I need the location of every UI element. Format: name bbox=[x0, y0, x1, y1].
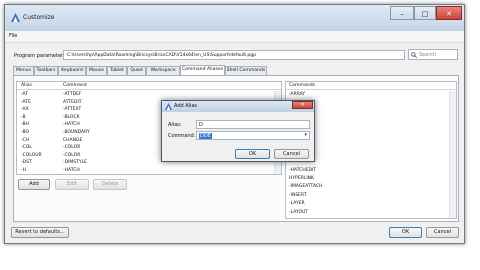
title-bar: Customize – □ ✕ bbox=[5, 5, 464, 31]
ok-button[interactable]: OK bbox=[389, 227, 422, 238]
tab-workspace[interactable]: Workspace bbox=[146, 66, 180, 75]
edit-button[interactable]: Edit bbox=[55, 179, 89, 190]
add-alias-dialog: Add Alias ✕ Alias: D Command: DDE ▾ OK C… bbox=[161, 100, 315, 162]
alias-cell: -H bbox=[21, 168, 27, 173]
window-title: Customize bbox=[23, 14, 55, 21]
app-icon bbox=[11, 13, 20, 22]
program-parameter-field[interactable]: C:\Users\hp\AppData\Roaming\Bricsys\Bric… bbox=[63, 50, 405, 60]
command-combo-value: DDE bbox=[199, 133, 212, 139]
alias-cell: -DST bbox=[21, 160, 32, 166]
list-item[interactable]: -HATCHEDIT bbox=[289, 167, 447, 175]
commands-header: Commands bbox=[286, 82, 456, 90]
tab-menus[interactable]: Menus bbox=[13, 66, 34, 75]
command-cell: -HATCH bbox=[63, 168, 80, 173]
tab-command-aliases[interactable]: Command Aliases bbox=[180, 65, 225, 75]
commands-scrollbar[interactable] bbox=[449, 91, 456, 218]
command-cell: -COLOR bbox=[63, 152, 81, 158]
alias-cell: -BH bbox=[21, 122, 29, 128]
close-button[interactable]: ✕ bbox=[436, 6, 462, 20]
alias-cell: -AT bbox=[21, 92, 29, 97]
dialog-title-bar: Add Alias ✕ bbox=[162, 101, 314, 112]
alias-input[interactable]: D bbox=[196, 120, 310, 129]
command-cell: -HATCH bbox=[63, 122, 80, 128]
command-cell: -BLOCK bbox=[63, 114, 80, 120]
tab-toolbars[interactable]: Toolbars bbox=[34, 66, 58, 75]
command-cell: -DIMSTYLE bbox=[63, 160, 88, 166]
alias-label: Alias: bbox=[168, 122, 182, 128]
chevron-down-icon[interactable]: ▾ bbox=[304, 132, 307, 138]
tab-tablet[interactable]: Tablet bbox=[107, 66, 127, 75]
list-item[interactable]: -INSERT bbox=[289, 192, 447, 200]
search-icon bbox=[411, 52, 417, 58]
tab-quad[interactable]: Quad bbox=[127, 66, 146, 75]
column-command[interactable]: Command bbox=[63, 82, 87, 90]
add-button[interactable]: Add bbox=[18, 179, 50, 190]
dialog-cancel-button[interactable]: Cancel bbox=[274, 149, 309, 159]
revert-to-defaults-button[interactable]: Revert to defaults... bbox=[11, 227, 69, 238]
command-combo[interactable]: DDE ▾ bbox=[196, 131, 310, 140]
alias-cell: -CH bbox=[21, 137, 30, 143]
command-cell: -BOUNDARY bbox=[63, 130, 90, 135]
alias-cell: -COLOUR bbox=[21, 152, 42, 158]
alias-cell: -B bbox=[21, 114, 26, 120]
maximize-button[interactable]: □ bbox=[414, 6, 436, 20]
list-item[interactable]: -IMAGEATTACH bbox=[289, 183, 447, 191]
list-item[interactable]: HYPERLINK bbox=[289, 175, 447, 183]
alias-cell: -COL bbox=[21, 145, 32, 151]
command-cell: CHANGE bbox=[63, 137, 83, 143]
app-icon bbox=[165, 103, 172, 110]
command-label: Command: bbox=[168, 133, 196, 139]
menu-file[interactable]: File bbox=[9, 33, 17, 39]
alias-cell: -BO bbox=[21, 130, 30, 135]
list-item[interactable]: -ARRAY bbox=[289, 91, 447, 99]
table-row[interactable]: -H -HATCH bbox=[17, 167, 273, 174]
dialog-close-button[interactable]: ✕ bbox=[292, 101, 313, 109]
tab-shell-commands[interactable]: Shell Commands bbox=[225, 66, 267, 75]
dialog-ok-button[interactable]: OK bbox=[235, 149, 270, 159]
minimize-button[interactable]: – bbox=[390, 6, 414, 20]
tab-mouse[interactable]: Mouse bbox=[86, 66, 107, 75]
column-alias[interactable]: Alias bbox=[21, 82, 32, 90]
delete-button[interactable]: Delete bbox=[93, 179, 127, 190]
dialog-title: Add Alias bbox=[174, 103, 198, 109]
alias-cell: -ATE bbox=[21, 99, 31, 105]
list-item[interactable]: -LAYER bbox=[289, 200, 447, 208]
menu-bar: File bbox=[5, 31, 464, 43]
cancel-button[interactable]: Cancel bbox=[426, 227, 459, 238]
command-cell: -ATTDEF bbox=[63, 92, 82, 97]
commands-header-label: Commands bbox=[289, 83, 316, 88]
command-cell: -ATTEXT bbox=[63, 107, 82, 113]
command-cell: ATTEDIT bbox=[63, 99, 82, 105]
alias-cell: -AX bbox=[21, 107, 29, 113]
command-cell: -COLOR bbox=[63, 145, 81, 151]
list-item[interactable]: -LAYOUT bbox=[289, 209, 447, 217]
alias-table-header: Alias Command bbox=[17, 82, 281, 90]
table-row[interactable]: -AT -ATTDEF bbox=[17, 91, 273, 99]
tab-keyboard[interactable]: Keyboard bbox=[58, 66, 86, 75]
